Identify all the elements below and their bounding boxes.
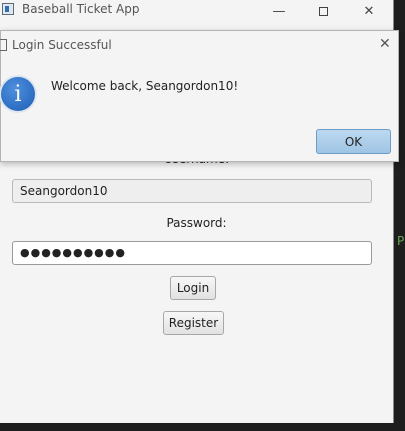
dialog-title: Login Successful [12, 38, 112, 52]
app-icon [2, 3, 14, 15]
titlebar: Baseball Ticket App — ✕ [0, 0, 393, 22]
maximize-button[interactable] [302, 0, 344, 22]
app-title: Baseball Ticket App [22, 2, 140, 16]
ok-button[interactable]: OK [316, 129, 391, 154]
dialog-close-icon[interactable]: ✕ [379, 36, 391, 52]
login-success-dialog: Login Successful ✕ i Welcome back, Seang… [0, 30, 399, 162]
register-button[interactable]: Register [163, 311, 224, 335]
minimize-button[interactable]: — [258, 0, 300, 22]
username-field[interactable]: Seangordon10 [12, 179, 372, 203]
background-partial-text: P [397, 234, 405, 248]
dialog-message: Welcome back, Seangordon10! [51, 79, 239, 93]
password-label: Password: [166, 216, 227, 230]
info-icon: i [0, 75, 37, 113]
maximize-icon [318, 6, 328, 16]
dialog-window-icon [0, 39, 7, 51]
login-button[interactable]: Login [170, 276, 216, 300]
close-window-button[interactable]: ✕ [348, 0, 390, 22]
password-field[interactable]: ●●●●●●●●●● [12, 241, 372, 265]
